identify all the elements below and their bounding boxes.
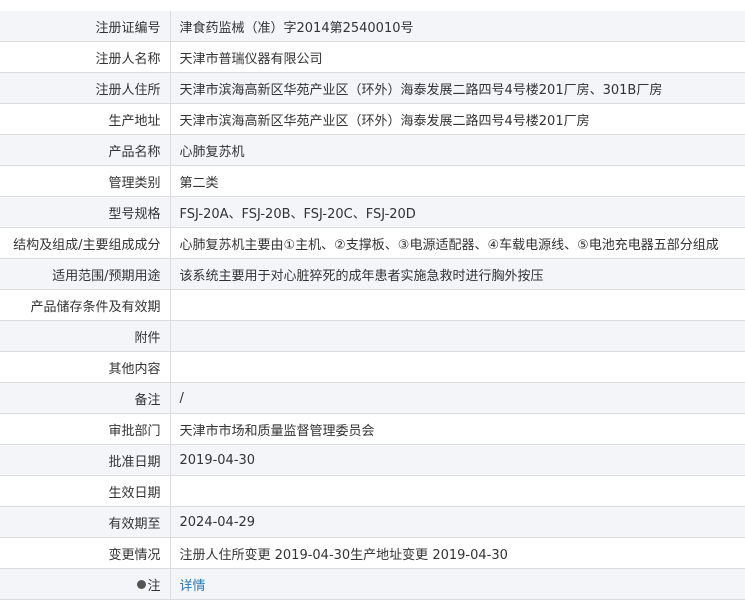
field-label: 注册证编号 (0, 11, 171, 42)
row-other-content: 其他内容 (0, 351, 745, 383)
field-value: FSJ-20A、FSJ-20B、FSJ-20C、FSJ-20D (170, 196, 745, 228)
field-value: 注册人住所变更 2019-04-30生产地址变更 2019-04-30 (170, 537, 745, 569)
field-value (170, 289, 745, 321)
field-value (170, 320, 745, 352)
field-value: 该系统主要用于对心脏猝死的成年患者实施急救时进行胸外按压 (170, 258, 745, 290)
details-link[interactable]: 详情 (180, 579, 206, 594)
field-value: 2024-04-29 (170, 506, 745, 538)
field-label: 产品名称 (0, 134, 171, 166)
field-value: / (170, 382, 745, 414)
field-label: 有效期至 (0, 506, 171, 538)
field-value: 天津市市场和质量监督管理委员会 (170, 413, 745, 445)
row-approval-department: 审批部门 天津市市场和质量监督管理委员会 (0, 413, 745, 445)
note-label: 注 (137, 575, 161, 594)
field-value: 天津市滨海高新区华苑产业区（环外）海泰发展二路四号4号楼201厂房、301B厂房 (170, 72, 745, 104)
field-label: 批准日期 (0, 444, 171, 476)
field-value: 心肺复苏机 (170, 134, 745, 166)
field-label: 管理类别 (0, 165, 171, 197)
field-label: 型号规格 (0, 196, 171, 228)
field-label: 结构及组成/主要组成成分 (0, 227, 171, 259)
field-value: 津食药监械（准）字2014第2540010号 (170, 11, 745, 42)
row-change-history: 变更情况 注册人住所变更 2019-04-30生产地址变更 2019-04-30 (0, 537, 745, 569)
row-valid-until: 有效期至 2024-04-29 (0, 506, 745, 538)
field-label: 注册人住所 (0, 72, 171, 104)
row-remarks: 备注 / (0, 382, 745, 414)
field-value: 天津市普瑞仪器有限公司 (170, 41, 745, 73)
field-value: 心肺复苏机主要由①主机、②支撑板、③电源适配器、④车载电源线、⑤电池充电器五部分… (170, 227, 745, 259)
row-effective-date: 生效日期 (0, 475, 745, 507)
row-management-category: 管理类别 第二类 (0, 165, 745, 197)
field-label: 备注 (0, 382, 171, 414)
field-label: 生产地址 (0, 103, 171, 135)
row-product-name: 产品名称 心肺复苏机 (0, 134, 745, 166)
field-label: 产品储存条件及有效期 (0, 289, 171, 321)
row-model-spec: 型号规格 FSJ-20A、FSJ-20B、FSJ-20C、FSJ-20D (0, 196, 745, 228)
note-label-text: 注 (147, 578, 161, 594)
row-registrant-name: 注册人名称 天津市普瑞仪器有限公司 (0, 41, 745, 73)
row-structure-composition: 结构及组成/主要组成成分 心肺复苏机主要由①主机、②支撑板、③电源适配器、④车载… (0, 227, 745, 259)
row-production-address: 生产地址 天津市滨海高新区华苑产业区（环外）海泰发展二路四号4号楼201厂房 (0, 103, 745, 135)
field-label: 适用范围/预期用途 (0, 258, 171, 290)
field-label: 其他内容 (0, 351, 171, 383)
field-value (170, 351, 745, 383)
field-value: 天津市滨海高新区华苑产业区（环外）海泰发展二路四号4号楼201厂房 (170, 103, 745, 135)
field-label: 附件 (0, 320, 171, 352)
row-intended-use: 适用范围/预期用途 该系统主要用于对心脏猝死的成年患者实施急救时进行胸外按压 (0, 258, 745, 290)
field-value: 2019-04-30 (170, 444, 745, 476)
field-label: 审批部门 (0, 413, 171, 445)
field-label: 注册人名称 (0, 41, 171, 73)
field-value (170, 475, 745, 507)
registration-detail-table: 注册证编号 津食药监械（准）字2014第2540010号 注册人名称 天津市普瑞… (0, 11, 745, 600)
row-approval-date: 批准日期 2019-04-30 (0, 444, 745, 476)
field-value: 第二类 (170, 165, 745, 197)
row-registrant-address: 注册人住所 天津市滨海高新区华苑产业区（环外）海泰发展二路四号4号楼201厂房、… (0, 72, 745, 104)
row-attachments: 附件 (0, 320, 745, 352)
dot-icon (137, 579, 147, 589)
field-label: 生效日期 (0, 475, 171, 507)
field-label: 变更情况 (0, 537, 171, 569)
row-storage-conditions: 产品储存条件及有效期 (0, 289, 745, 321)
row-registration-number: 注册证编号 津食药监械（准）字2014第2540010号 (0, 11, 745, 42)
